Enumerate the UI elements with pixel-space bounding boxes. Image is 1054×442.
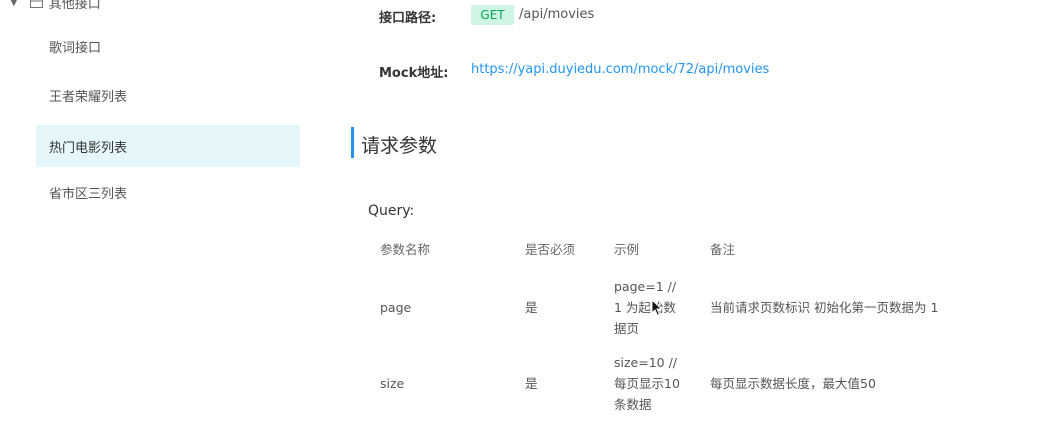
param-name: page [380, 300, 412, 315]
sidebar-item-lyrics[interactable]: 歌词接口 [36, 25, 300, 67]
sidebar-item-label: 省市区三列表 [49, 186, 128, 202]
caret-down-icon[interactable]: ▼ [10, 0, 18, 8]
query-label: Query: [368, 203, 415, 219]
tree-category-label: 其他接口 [48, 0, 101, 12]
mouse-cursor-icon [651, 298, 663, 321]
api-path: /api/movies [519, 7, 595, 22]
mock-url-link[interactable]: https://yapi.duyiedu.com/mock/72/api/mov… [471, 62, 769, 77]
method-badge: GET [471, 5, 514, 25]
param-name: size [380, 376, 405, 391]
section-title: 请求参数 [361, 135, 438, 157]
example-line: 1 为起始数 [614, 300, 676, 315]
folder-icon [29, 0, 43, 8]
example-line: 据页 [614, 321, 640, 336]
example-line: size=10 // [614, 355, 678, 370]
param-example: page=1 // 1 为起始数 据页 [614, 276, 676, 339]
sidebar-item-label: 歌词接口 [49, 40, 102, 56]
example-line: 条数据 [614, 397, 652, 412]
param-note: 每页显示数据长度，最大值50 [710, 376, 876, 391]
param-required: 是 [525, 300, 538, 315]
sidebar-item-label: 热门电影列表 [49, 140, 128, 156]
sidebar-item-label: 王者荣耀列表 [49, 89, 128, 105]
param-required: 是 [525, 376, 538, 391]
sidebar-item-provinces[interactable]: 省市区三列表 [36, 171, 300, 213]
sidebar: ▼ 其他接口 歌词接口 王者荣耀列表 热门电影列表 省市区三列表 [0, 0, 305, 442]
column-header-required: 是否必须 [525, 242, 576, 257]
tree-category-other[interactable]: ▼ 其他接口 [10, 0, 101, 12]
column-header-example: 示例 [614, 242, 640, 257]
mock-label: Mock地址: [379, 66, 449, 81]
param-example: size=10 // 每页显示10 条数据 [614, 352, 680, 415]
param-note: 当前请求页数标识 初始化第一页数据为 1 [710, 300, 939, 315]
column-header-name: 参数名称 [380, 242, 431, 257]
column-header-note: 备注 [710, 242, 736, 257]
example-line: page=1 // [614, 279, 677, 294]
section-accent-bar [351, 127, 354, 158]
example-line: 每页显示10 [614, 376, 680, 391]
sidebar-item-honor-of-kings[interactable]: 王者荣耀列表 [36, 74, 300, 116]
main-content: 接口路径: GET /api/movies Mock地址: https://ya… [305, 0, 1054, 442]
sidebar-item-hot-movies[interactable]: 热门电影列表 [36, 125, 300, 167]
path-label: 接口路径: [379, 11, 437, 26]
